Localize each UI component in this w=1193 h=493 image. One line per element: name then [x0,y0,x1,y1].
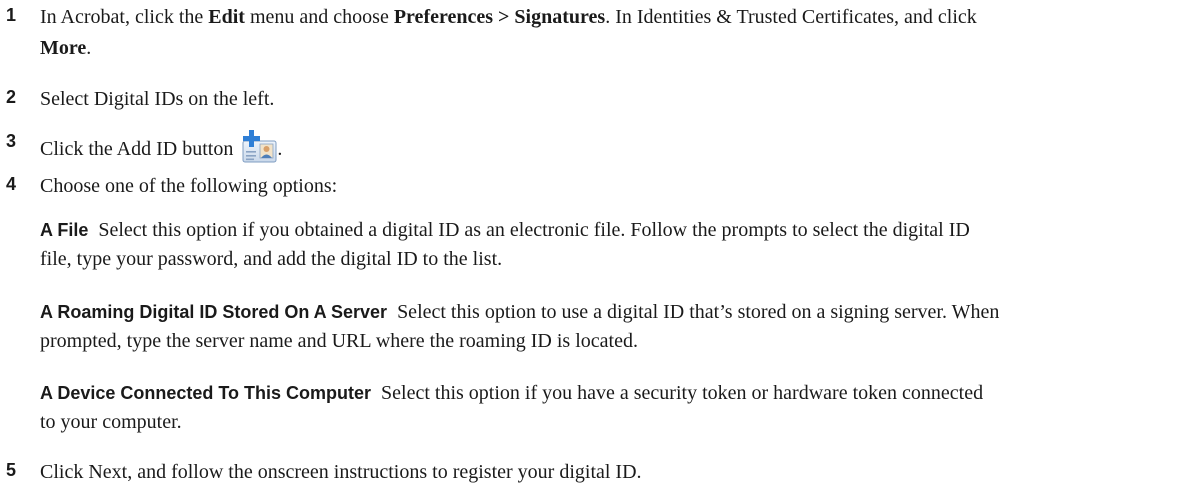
step-text: In Acrobat, click the Edit menu and choo… [40,3,1189,62]
option-line: A Device Connected To This Computer Sele… [40,379,1189,408]
option-device-connected: A Device Connected To This Computer Sele… [40,379,1189,437]
step-text: Select Digital IDs on the left. [40,88,275,110]
text-run: In Acrobat, click the [40,6,209,28]
option-roaming-digital-id: A Roaming Digital ID Stored On A Server … [40,298,1189,356]
text-run: . In Identities & Trusted Certificates, … [605,6,977,28]
option-a-file: A File Select this option if you obtaine… [40,216,1189,274]
step-text: Click Next, and follow the onscreen inst… [40,461,642,483]
step-text-line: In Acrobat, click the Edit menu and choo… [40,3,1189,31]
text-run: . [277,138,283,160]
step-number: 2 [6,87,17,107]
text-run: menu and choose [244,6,394,28]
option-description: Select this option to use a digital ID t… [397,301,1000,323]
edit-menu-term: Edit [208,6,245,28]
option-line: file, type your password, and add the di… [40,248,503,270]
step-number: 1 [6,5,17,25]
option-heading: A Roaming Digital ID Stored On A Server [40,302,388,322]
option-description: Select this option if you obtained a dig… [98,219,970,241]
more-term: More [40,37,87,59]
option-line: A File Select this option if you obtaine… [40,216,1189,245]
step-text-line: More. [40,34,1189,62]
option-line: A Roaming Digital ID Stored On A Server … [40,298,1189,327]
option-heading: A File [40,220,89,240]
text-run: Click the Add ID button [40,138,234,160]
text-run: . [86,37,92,59]
preferences-signatures-term: Preferences > Signatures [393,6,606,28]
instructions-document: 1 In Acrobat, click the Edit menu and ch… [0,0,1193,493]
step-text: Choose one of the following options: [40,175,338,197]
step-number: 3 [6,131,17,151]
option-line: to your computer. [40,411,182,433]
option-line: prompted, type the server name and URL w… [40,330,638,352]
step-number: 4 [6,174,17,194]
option-heading: A Device Connected To This Computer [40,383,372,403]
option-description: Select this option if you have a securit… [381,382,984,404]
step-text: Click the Add ID button . [40,129,1189,163]
step-number: 5 [6,460,17,480]
add-id-icon [241,129,277,163]
